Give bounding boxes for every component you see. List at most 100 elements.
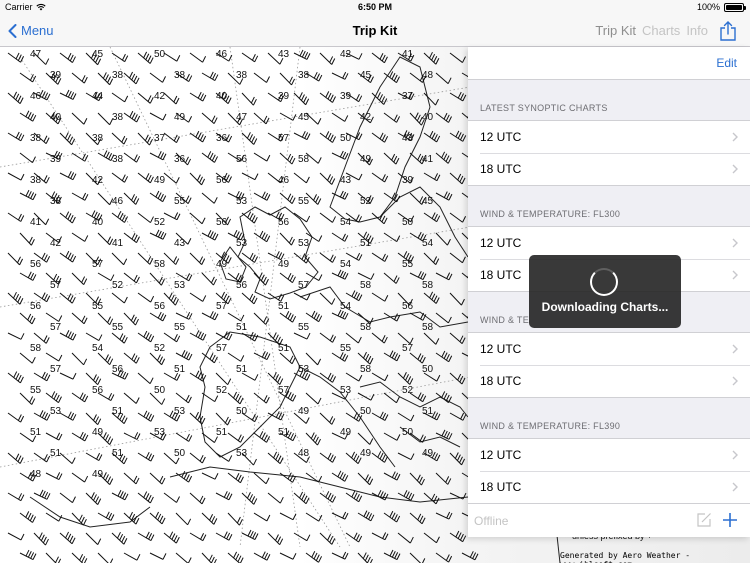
wind-barb-flag <box>417 231 422 239</box>
wind-barb-flag <box>227 257 232 264</box>
wind-barb-flag <box>301 94 305 101</box>
wind-barb-flag <box>384 175 389 183</box>
wind-barb-flag <box>396 195 401 203</box>
wind-barb <box>137 252 151 265</box>
wind-barb-flag <box>160 279 165 286</box>
wind-barb <box>45 312 60 322</box>
temperature-label: 58 <box>298 154 310 165</box>
wind-barb-flag <box>160 152 165 159</box>
temperature-label: 56 <box>92 385 104 396</box>
wind-barb-flag <box>31 398 36 405</box>
wind-barb-flag <box>417 513 422 521</box>
wind-barb-flag <box>195 370 200 377</box>
wind-barb-flag <box>46 374 51 382</box>
wind-barb <box>163 332 177 343</box>
temperature-label: 54 <box>340 217 352 228</box>
temperature-label: 49 <box>340 427 352 438</box>
wind-barb-flag <box>71 216 76 224</box>
edit-button[interactable]: Edit <box>716 56 737 70</box>
temperature-label: 43 <box>340 175 352 186</box>
wind-barb-flag <box>202 135 207 143</box>
wind-barb-flag <box>145 493 150 500</box>
wind-barb <box>383 112 397 123</box>
wind-barb <box>345 292 360 302</box>
wind-barb-flag <box>233 229 238 237</box>
wind-barb-flag <box>318 315 323 322</box>
wind-barb-flag <box>108 392 113 400</box>
wind-barb-flag <box>305 497 310 504</box>
wind-barb <box>331 112 346 122</box>
wind-barb-flag <box>143 410 148 418</box>
chevron-right-icon <box>732 270 738 280</box>
wind-barb-flag <box>446 431 451 439</box>
chart-row[interactable]: 18 UTC <box>468 153 750 185</box>
wind-barb-flag <box>306 374 311 381</box>
wind-barb <box>371 252 386 262</box>
temperature-label: 58 <box>154 259 166 270</box>
wind-barb-flag <box>317 198 322 205</box>
chevron-right-icon <box>732 238 738 248</box>
wind-barb-flag <box>200 332 205 340</box>
wind-barb <box>45 512 60 522</box>
temperature-label: 57 <box>50 280 62 291</box>
wind-barb <box>201 272 214 286</box>
wind-barb-flag <box>155 511 159 519</box>
wind-barb-flag <box>383 98 388 105</box>
wind-barb <box>357 432 371 445</box>
temperature-label: 53 <box>50 406 62 417</box>
wind-barb <box>149 272 162 286</box>
wind-barb-flag <box>356 252 361 260</box>
temperature-label: 50 <box>154 385 166 396</box>
compose-icon[interactable] <box>696 512 712 528</box>
wind-barb-flag <box>396 235 401 242</box>
chart-row[interactable]: 12 UTC <box>468 333 750 365</box>
wind-barb <box>279 352 293 365</box>
wind-barb-flag <box>202 94 207 102</box>
wind-barb-flag <box>25 189 30 197</box>
chart-row[interactable]: 18 UTC <box>468 365 750 397</box>
wind-barb-flag <box>384 136 389 143</box>
temperature-label: 53 <box>298 364 310 375</box>
wind-barb <box>189 212 203 225</box>
wind-barb-flag <box>289 274 294 282</box>
wind-barb-flag <box>237 555 242 562</box>
chart-row[interactable]: 18 UTC <box>468 471 750 503</box>
chevron-right-icon <box>732 164 738 174</box>
chart-row[interactable]: 12 UTC <box>468 121 750 153</box>
wind-barb <box>409 192 423 205</box>
tab-info[interactable]: Info <box>686 23 708 38</box>
wind-barb-flag <box>119 333 124 340</box>
wind-barb <box>293 132 308 141</box>
menu-back-button[interactable]: Menu <box>8 23 54 38</box>
wind-barb-flag <box>254 415 259 422</box>
wind-barb <box>305 472 319 483</box>
chart-row[interactable]: 12 UTC <box>468 439 750 471</box>
wind-barb-flag <box>228 493 233 500</box>
wind-barb-flag <box>81 556 86 563</box>
chevron-right-icon <box>732 482 738 492</box>
wind-barb <box>189 332 204 341</box>
temperature-label: 57 <box>50 322 62 333</box>
wind-barb-flag <box>325 131 330 138</box>
wind-barb-flag <box>337 269 342 277</box>
wind-barb <box>111 92 125 103</box>
wind-barb-flag <box>382 532 387 539</box>
tab-trip-kit[interactable]: Trip Kit <box>595 23 636 38</box>
tab-charts[interactable]: Charts <box>642 23 680 38</box>
share-icon[interactable] <box>718 20 738 42</box>
section-group: 12 UTC 18 UTC <box>468 120 750 186</box>
wind-barb <box>409 112 422 126</box>
plus-icon[interactable] <box>722 512 738 528</box>
wind-barb <box>149 472 163 485</box>
wind-barb-flag <box>287 272 292 280</box>
temperature-label: 57 <box>216 301 228 312</box>
wind-barb-flag <box>149 97 154 104</box>
wind-barb-flag <box>339 150 344 158</box>
wind-barb-flag <box>67 171 72 178</box>
wind-barb-flag <box>265 477 270 484</box>
wind-barb <box>7 252 20 266</box>
wind-barb-flag <box>441 429 446 437</box>
wind-barb-flag <box>30 113 34 120</box>
wind-barb-flag <box>161 517 166 525</box>
temperature-label: 39 <box>50 70 62 81</box>
